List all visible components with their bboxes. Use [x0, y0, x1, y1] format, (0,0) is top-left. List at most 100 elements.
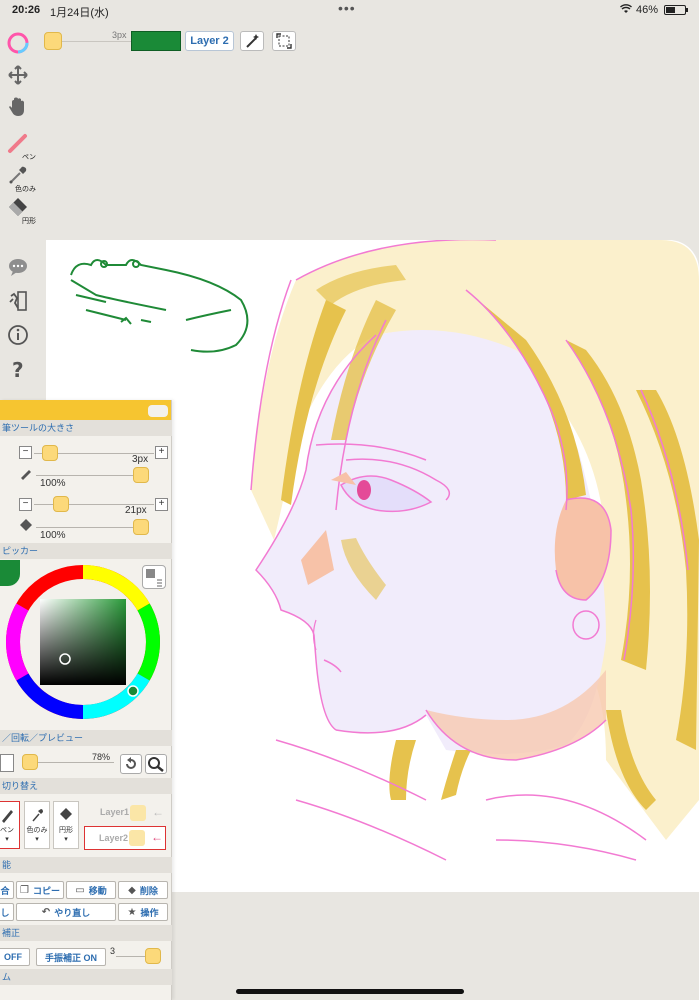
stabilizer-off-button[interactable]: OFF: [0, 948, 30, 966]
status-bar: 20:26 1月24日(水) ••• 46%: [0, 0, 699, 20]
status-date: 1月24日(水): [50, 7, 109, 19]
zoom-slider[interactable]: [38, 762, 114, 763]
pen-opacity-slider[interactable]: [36, 475, 136, 476]
copy-icon: ❐: [20, 884, 29, 896]
brush-size-slider-knob[interactable]: [44, 32, 62, 50]
eraser-size-value: 21px: [125, 505, 147, 516]
eraser-size-minus-button[interactable]: −: [19, 498, 32, 511]
help-icon[interactable]: ?: [3, 354, 33, 384]
color-wheel[interactable]: [4, 563, 162, 721]
section-color-picker: ピッカー: [0, 543, 172, 559]
palette-close-button[interactable]: [148, 405, 168, 417]
transform-button[interactable]: [272, 31, 296, 51]
switch-tool-pen[interactable]: ペン ▾: [0, 801, 20, 849]
eraser-icon: [19, 518, 33, 537]
layer-1-arrow-icon: ←: [152, 805, 164, 819]
eraser-tool-label: 円形: [22, 218, 36, 225]
copy-button-label: コピー: [32, 885, 60, 896]
delete-button[interactable]: ◆ 削除: [118, 881, 168, 899]
zoom-preview-button[interactable]: [145, 754, 167, 774]
hand-icon[interactable]: [3, 92, 33, 122]
switch-tool-shape[interactable]: 円形 ▾: [53, 801, 79, 849]
pen-size-value: 3px: [132, 454, 149, 465]
delete-icon: ◆: [128, 884, 136, 896]
stabilizer-slider[interactable]: [116, 956, 146, 957]
pen-icon: [2, 810, 13, 823]
redo-button[interactable]: ↶ やり直し: [16, 903, 116, 921]
section-functions-label: 能: [2, 860, 12, 870]
current-color-swatch[interactable]: [131, 31, 181, 51]
pen-size-slider-knob[interactable]: [42, 445, 58, 461]
eraser-opacity-slider[interactable]: [36, 527, 136, 528]
redo-icon: ↶: [41, 906, 51, 918]
section-switch: 切り替え: [0, 778, 172, 794]
stabilizer-value: 3: [110, 946, 116, 956]
pen-size-plus-button[interactable]: +: [155, 446, 168, 459]
section-brush-size: 筆ツールの大きさ: [0, 420, 172, 436]
pen-opacity-slider-knob[interactable]: [133, 467, 149, 483]
move-button-label: 移動: [88, 885, 107, 896]
switch-tool-picker-label: 色のみ: [26, 827, 48, 834]
eyedropper-icon: [32, 809, 43, 822]
rotate-reset-button[interactable]: [120, 754, 142, 774]
section-view-label: ／回転／プレビュー: [2, 733, 84, 743]
exit-icon[interactable]: [3, 286, 33, 316]
move-icon[interactable]: [3, 60, 33, 90]
svg-text:?: ?: [12, 358, 24, 380]
crocodile-doodle: [70, 259, 249, 353]
eraser-tool[interactable]: 円形: [3, 192, 36, 225]
color-wheel-icon[interactable]: [3, 28, 33, 58]
multitask-dots[interactable]: •••: [338, 0, 356, 16]
pen-opacity-value: 100%: [40, 478, 66, 489]
operations-button[interactable]: ★ 操作: [118, 903, 168, 921]
section-switch-label: 切り替え: [2, 781, 39, 791]
home-indicator: [236, 989, 464, 994]
move-layer-icon: ▭: [75, 884, 85, 896]
section-misc-label: ム: [2, 972, 12, 982]
eraser-opacity-slider-knob[interactable]: [133, 519, 149, 535]
layer-row-1[interactable]: Layer1 ←: [86, 802, 168, 826]
stabilizer-slider-knob[interactable]: [145, 948, 161, 964]
status-time: 20:26: [12, 4, 41, 16]
section-functions: 能: [0, 857, 172, 873]
redo-button-label: やり直し: [54, 907, 91, 918]
flip-button[interactable]: [0, 754, 14, 772]
palette-panel-header[interactable]: [0, 400, 171, 420]
rotate-icon: [126, 757, 136, 769]
eraser-icon: [60, 808, 72, 820]
section-view: ／回転／プレビュー: [0, 730, 172, 746]
info-icon[interactable]: [3, 320, 33, 350]
layer-button[interactable]: Layer 2: [185, 31, 234, 51]
eyedropper-tool[interactable]: 色のみ: [3, 160, 36, 193]
switch-tool-picker[interactable]: 色のみ ▾: [24, 801, 50, 849]
layer-row-2[interactable]: Layer2 ←: [84, 826, 166, 850]
switch-tool-pen-label: ペン: [0, 827, 14, 834]
eraser-size-plus-button[interactable]: +: [155, 498, 168, 511]
eraser-size-slider-knob[interactable]: [53, 496, 69, 512]
pen-size-minus-button[interactable]: −: [19, 446, 32, 459]
eraser-opacity-value: 100%: [40, 530, 66, 541]
magic-wand-icon: [246, 34, 259, 48]
section-stabilizer-label: 補正: [2, 928, 21, 938]
brush-size-label: 3px: [112, 30, 127, 40]
pen-icon: [19, 466, 33, 485]
layer-2-thumbnail: [129, 830, 145, 846]
layer-2-arrow-icon: ←: [151, 830, 163, 844]
merge-button[interactable]: 合: [0, 881, 14, 899]
undo-button[interactable]: し: [0, 903, 14, 921]
operations-button-label: 操作: [140, 907, 159, 918]
switch-tool-shape-label: 円形: [59, 827, 73, 834]
pen-tool[interactable]: ペン: [3, 128, 36, 161]
battery-icon: [664, 5, 688, 15]
stabilizer-on-button[interactable]: 手振補正 ON: [36, 948, 106, 966]
section-stabilizer: 補正: [0, 925, 172, 941]
move-button[interactable]: ▭ 移動: [66, 881, 116, 899]
magnifier-icon: [148, 757, 164, 772]
section-brush-size-label: 筆ツールの大きさ: [2, 423, 75, 433]
transform-icon: [276, 33, 292, 49]
chat-icon[interactable]: [3, 252, 33, 282]
layer-1-thumbnail: [130, 805, 146, 821]
copy-button[interactable]: ❐ コピー: [16, 881, 64, 899]
zoom-slider-knob[interactable]: [22, 754, 38, 770]
magic-wand-button[interactable]: [240, 31, 264, 51]
